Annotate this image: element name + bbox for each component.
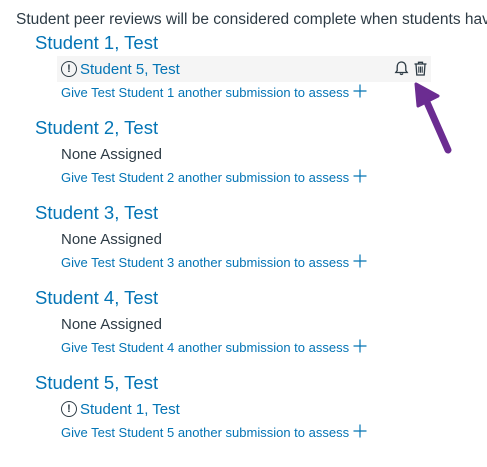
give-another-submission-link[interactable]: Give Test Student 2 another submission t…: [61, 168, 368, 187]
arrow-annotation-icon: [414, 82, 452, 154]
student-section: Student 5, Test ! Student 1, Test Give T…: [35, 372, 368, 442]
give-another-submission-label: Give Test Student 3 another submission t…: [61, 255, 350, 270]
plus-icon: [352, 338, 368, 357]
row-actions: [393, 60, 429, 77]
give-another-submission-link[interactable]: Give Test Student 3 another submission t…: [61, 253, 368, 272]
plus-icon: [352, 83, 368, 102]
student-name-link[interactable]: Student 5, Test: [35, 372, 368, 394]
none-assigned-text: None Assigned: [61, 145, 162, 163]
give-another-submission-link[interactable]: Give Test Student 4 another submission t…: [61, 338, 368, 357]
plus-icon: [352, 168, 368, 187]
bell-icon[interactable]: [393, 60, 410, 77]
student-section: Student 4, Test None Assigned Give Test …: [35, 287, 368, 357]
give-another-submission-label: Give Test Student 1 another submission t…: [61, 85, 350, 100]
plus-icon: [352, 253, 368, 272]
student-name-link[interactable]: Student 4, Test: [35, 287, 368, 309]
give-another-submission-link[interactable]: Give Test Student 5 another submission t…: [61, 423, 368, 442]
give-another-submission-link[interactable]: Give Test Student 1 another submission t…: [61, 83, 431, 102]
student-section: Student 1, Test ! Student 5, Test Give T…: [35, 32, 431, 102]
student-section: Student 2, Test None Assigned Give Test …: [35, 117, 368, 187]
give-another-submission-label: Give Test Student 4 another submission t…: [61, 340, 350, 355]
student-name-link[interactable]: Student 2, Test: [35, 117, 368, 139]
reviewer-link[interactable]: ! Student 1, Test: [57, 401, 180, 418]
student-name-link[interactable]: Student 1, Test: [35, 32, 431, 54]
assessment-row: None Assigned: [57, 311, 368, 337]
none-assigned-text: None Assigned: [61, 315, 162, 333]
intro-text: Student peer reviews will be considered …: [16, 11, 487, 28]
alert-circle-icon: !: [61, 401, 77, 417]
trash-icon[interactable]: [412, 60, 429, 77]
give-another-submission-label: Give Test Student 5 another submission t…: [61, 425, 350, 440]
reviewer-name: Student 1, Test: [80, 400, 180, 418]
student-section: Student 3, Test None Assigned Give Test …: [35, 202, 368, 272]
reviewer-name: Student 5, Test: [80, 60, 180, 78]
assessment-row: None Assigned: [57, 226, 368, 252]
student-name-link[interactable]: Student 3, Test: [35, 202, 368, 224]
reviewer-link[interactable]: ! Student 5, Test: [57, 61, 180, 78]
plus-icon: [352, 423, 368, 442]
assessment-row: ! Student 1, Test: [57, 396, 368, 422]
none-assigned-text: None Assigned: [61, 230, 162, 248]
give-another-submission-label: Give Test Student 2 another submission t…: [61, 170, 350, 185]
assessment-row: None Assigned: [57, 141, 368, 167]
assessment-row: ! Student 5, Test: [57, 56, 431, 82]
alert-circle-icon: !: [61, 61, 77, 77]
peer-review-page: Student peer reviews will be considered …: [0, 0, 487, 467]
